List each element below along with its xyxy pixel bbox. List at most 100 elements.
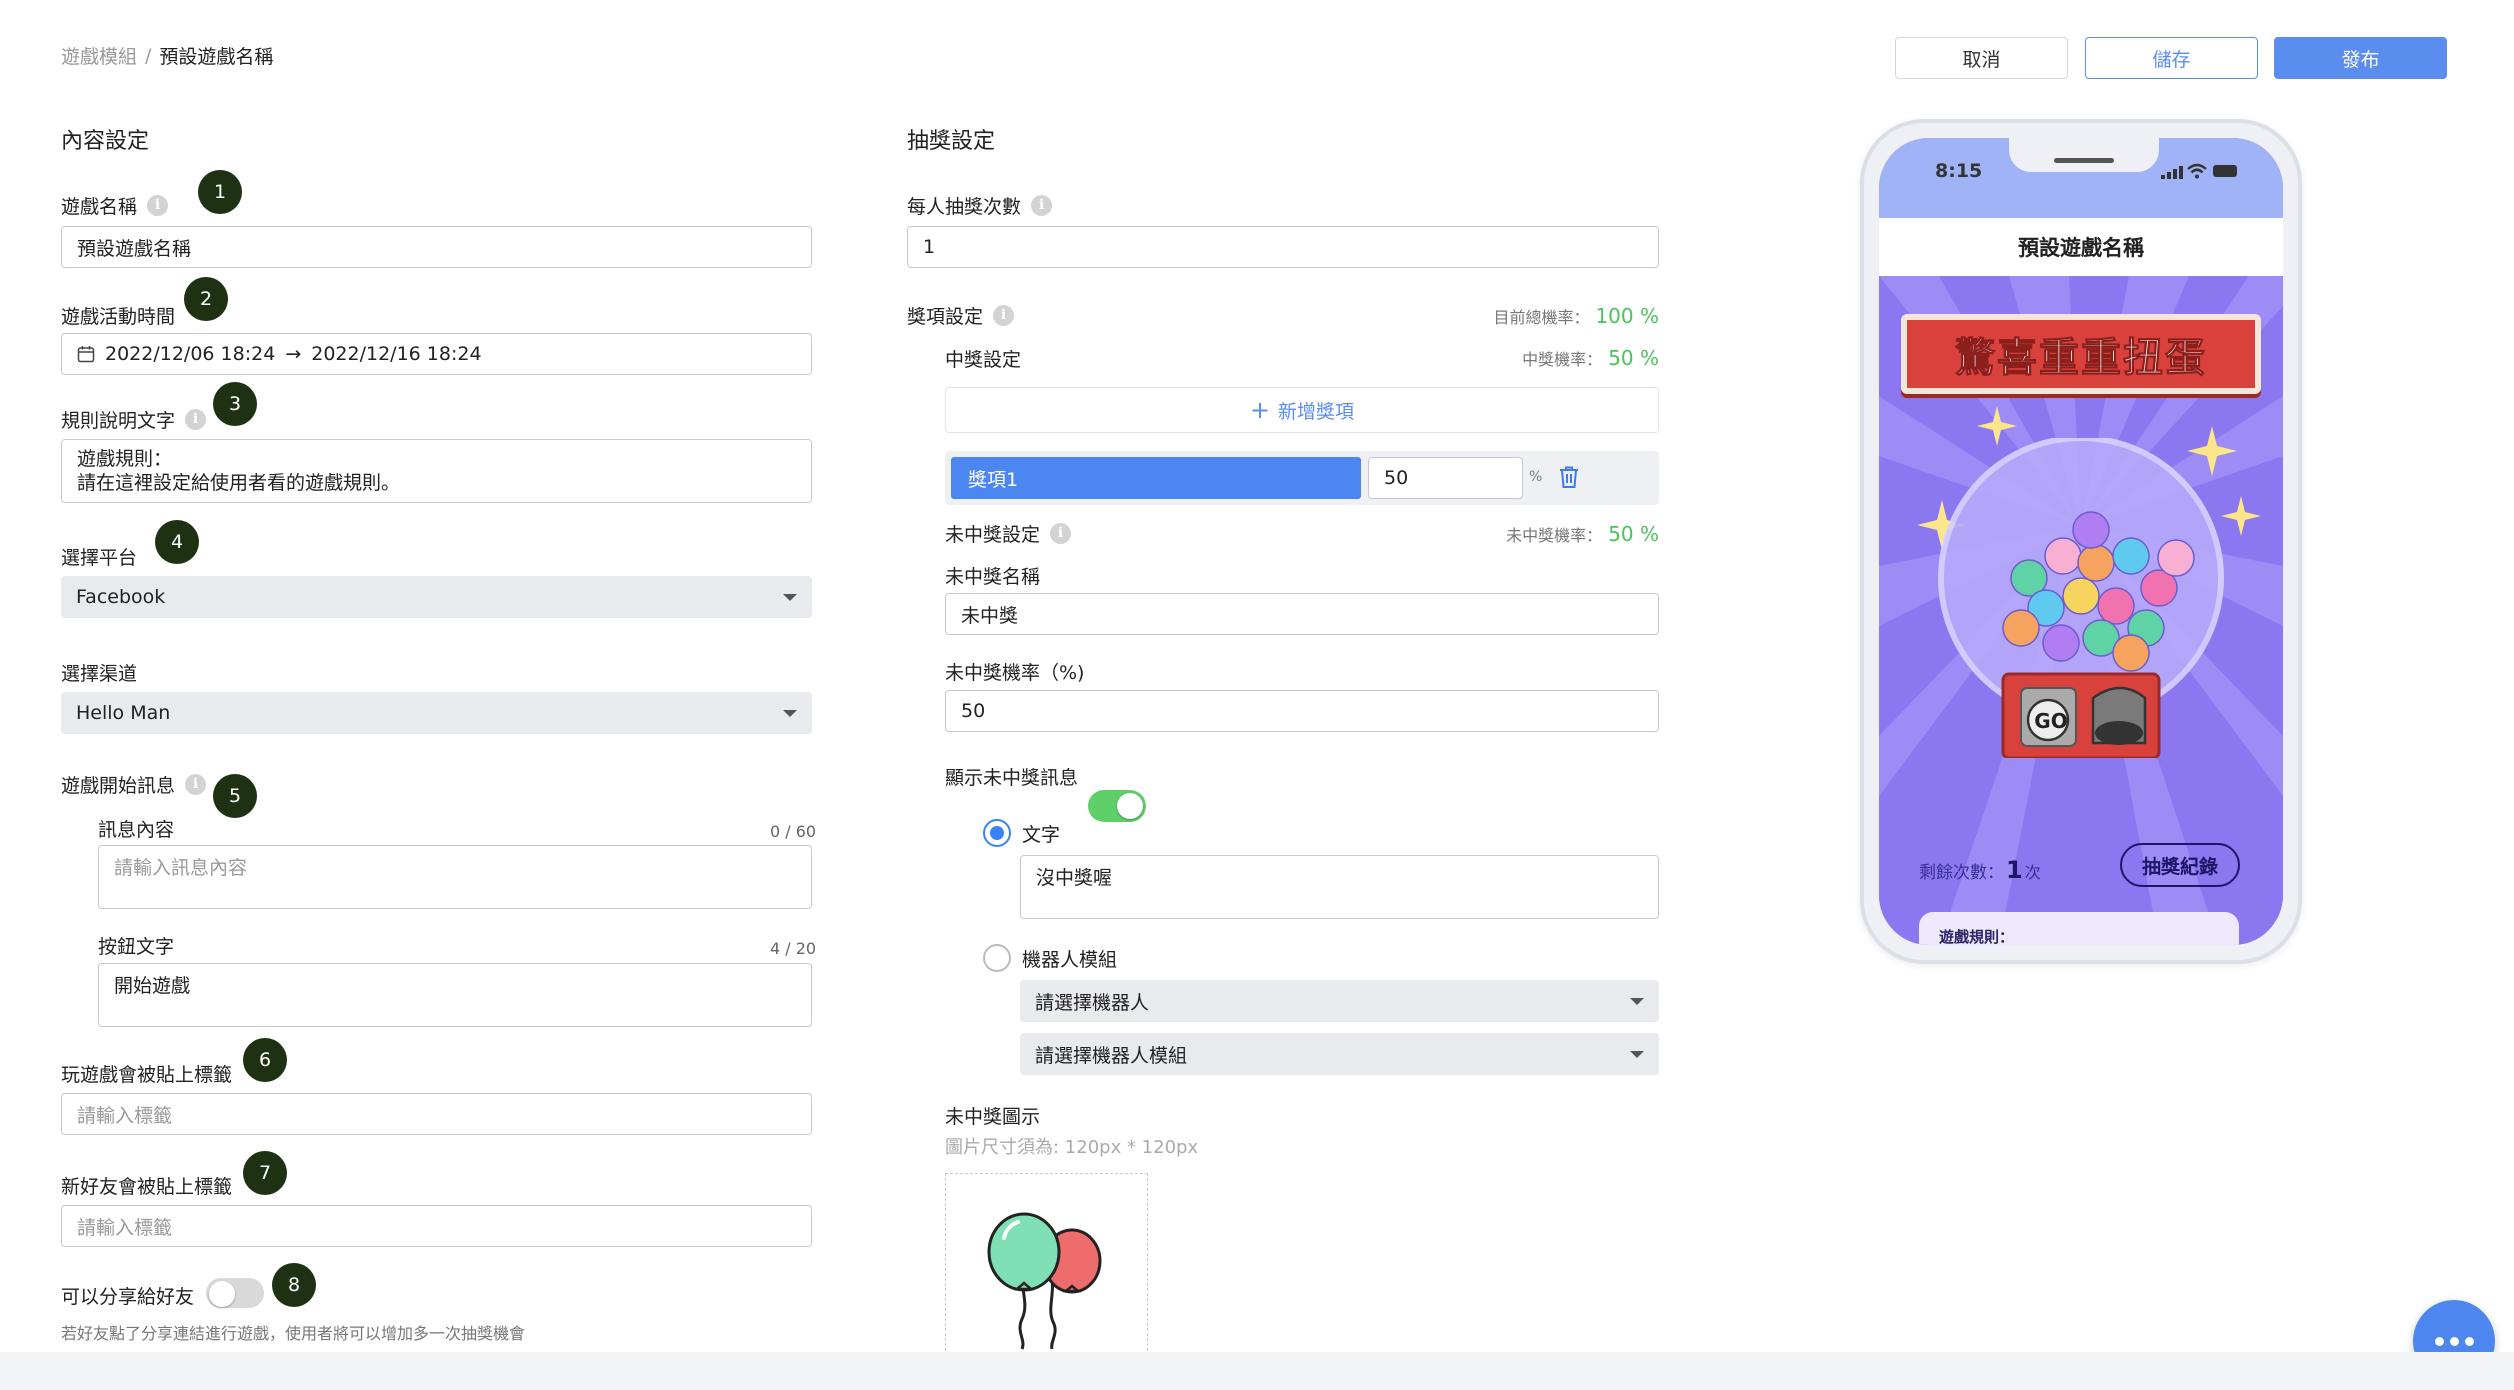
breadcrumb-separator: / bbox=[145, 44, 152, 67]
info-icon[interactable]: i bbox=[1050, 523, 1072, 544]
step-badge-2: 2 bbox=[184, 277, 228, 321]
play-tag-label: 玩遊戲會被貼上標籤 bbox=[61, 1064, 233, 1086]
message-content-counter: 0 / 60 bbox=[770, 822, 817, 841]
add-prize-label: 新增獎項 bbox=[1278, 400, 1355, 423]
history-button[interactable]: 抽獎紀錄 bbox=[2120, 843, 2240, 887]
date-range-start: 2022/12/06 18:24 bbox=[105, 343, 276, 365]
step-badge-5: 5 bbox=[213, 774, 257, 818]
page-bottom-bar bbox=[0, 1352, 2514, 1390]
content-settings-title: 內容設定 bbox=[61, 129, 150, 154]
lose-settings-label: 未中獎設定 i bbox=[945, 520, 1072, 547]
trash-icon[interactable] bbox=[1558, 465, 1580, 489]
info-icon[interactable]: i bbox=[147, 195, 169, 216]
calendar-icon bbox=[77, 346, 95, 363]
go-button[interactable]: GO bbox=[2031, 709, 2071, 733]
step-badge-6: 6 bbox=[243, 1038, 287, 1082]
share-label: 可以分享給好友 bbox=[61, 1286, 195, 1308]
step-badge-7: 7 bbox=[243, 1151, 287, 1195]
preview-rules-label: 遊戲規則： bbox=[1939, 928, 2015, 945]
info-icon[interactable]: i bbox=[185, 409, 207, 430]
text-option-radio[interactable] bbox=[983, 819, 1011, 847]
lose-text-textarea[interactable]: 沒中獎喔 bbox=[1020, 855, 1659, 919]
breadcrumb-parent-link[interactable]: 遊戲模組 bbox=[61, 42, 137, 69]
more-dots-icon bbox=[2434, 1336, 2444, 1346]
bot-select[interactable]: 請選擇機器人 bbox=[1020, 980, 1659, 1022]
publish-button[interactable]: 發布 bbox=[2274, 37, 2447, 79]
bot-module-option-radio[interactable] bbox=[983, 944, 1011, 972]
add-prize-button[interactable]: + 新增獎項 bbox=[945, 387, 1659, 433]
chevron-down-icon bbox=[783, 593, 797, 601]
remaining-number: 1 bbox=[2006, 856, 2023, 884]
activity-time-label: 遊戲活動時間 bbox=[61, 306, 176, 328]
phone-preview: 8:15 預設遊戲名稱 驚喜重重扭蛋 GO 剩餘次數： 1 次 抽獎紀錄 遊戲規… bbox=[1860, 119, 2302, 964]
win-rate-value: 50 % bbox=[1608, 346, 1659, 370]
step-badge-1: 1 bbox=[198, 170, 242, 214]
button-text-textarea[interactable]: 開始遊戲 bbox=[98, 963, 812, 1027]
step-badge-3: 3 bbox=[213, 382, 257, 426]
share-toggle[interactable] bbox=[206, 1278, 264, 1308]
platform-label: 選擇平台 bbox=[61, 547, 138, 569]
breadcrumb: 遊戲模組 / 預設遊戲名稱 bbox=[61, 42, 273, 69]
platform-select[interactable]: Facebook bbox=[61, 576, 812, 618]
lose-name-label: 未中獎名稱 bbox=[945, 566, 1041, 588]
toggle-knob bbox=[209, 1281, 235, 1307]
message-content-label: 訊息內容 bbox=[98, 819, 175, 841]
signal-icon bbox=[2161, 166, 2183, 179]
channel-select[interactable]: Hello Man bbox=[61, 692, 812, 734]
message-content-textarea[interactable]: 請輸入訊息內容 bbox=[98, 845, 812, 909]
game-name-input[interactable]: 預設遊戲名稱 bbox=[61, 226, 812, 268]
phone-notch bbox=[2009, 138, 2159, 172]
lose-rate-input-label: 未中獎機率（%) bbox=[945, 662, 1085, 684]
friend-tag-input[interactable]: 請輸入標籤 bbox=[61, 1205, 812, 1247]
battery-icon bbox=[2213, 165, 2237, 177]
total-rate-label: 目前總機率： bbox=[1493, 308, 1590, 327]
lottery-settings-title: 抽獎設定 bbox=[907, 129, 996, 154]
chevron-down-icon bbox=[783, 709, 797, 717]
status-time: 8:15 bbox=[1935, 160, 1983, 182]
prize-name-input[interactable]: 獎項1 bbox=[951, 457, 1361, 499]
platform-select-value: Facebook bbox=[76, 586, 166, 608]
total-rate-value: 100 % bbox=[1595, 304, 1659, 328]
preview-banner-text: 驚喜重重扭蛋 bbox=[1955, 335, 2207, 382]
rules-textarea[interactable]: 遊戲規則： 請在這裡設定給使用者看的遊戲規則。 bbox=[61, 439, 812, 503]
draws-per-person-input[interactable]: 1 bbox=[907, 226, 1659, 268]
info-icon[interactable]: i bbox=[1031, 195, 1053, 216]
lose-rate-input[interactable]: 50 bbox=[945, 690, 1659, 732]
lose-settings-label-text: 未中獎設定 bbox=[945, 524, 1041, 546]
preview-game-title: 預設遊戲名稱 bbox=[2018, 236, 2144, 260]
rules-label-text: 規則說明文字 bbox=[61, 410, 176, 432]
text-option-label: 文字 bbox=[1022, 824, 1061, 846]
win-rate: 中獎機率： 50 % bbox=[1522, 346, 1659, 370]
bot-module-select[interactable]: 請選擇機器人模組 bbox=[1020, 1033, 1659, 1075]
date-range-picker[interactable]: 2022/12/06 18:24 → 2022/12/16 18:24 bbox=[61, 333, 812, 375]
toggle-knob bbox=[1117, 793, 1143, 819]
button-text-counter: 4 / 20 bbox=[770, 939, 817, 958]
date-range-arrow: → bbox=[285, 343, 302, 365]
win-rate-label: 中獎機率： bbox=[1522, 350, 1603, 369]
bot-module-select-placeholder: 請選擇機器人模組 bbox=[1035, 1044, 1188, 1067]
play-tag-input[interactable]: 請輸入標籤 bbox=[61, 1093, 812, 1135]
bot-select-placeholder: 請選擇機器人 bbox=[1035, 991, 1150, 1014]
channel-label: 選擇渠道 bbox=[61, 663, 138, 685]
remaining-count: 剩餘次數： 1 次 bbox=[1919, 856, 2041, 884]
draws-per-person-label-text: 每人抽獎次數 bbox=[907, 196, 1022, 218]
friend-tag-label: 新好友會被貼上標籤 bbox=[61, 1176, 233, 1198]
cancel-button[interactable]: 取消 bbox=[1895, 37, 2068, 79]
show-lose-message-toggle[interactable] bbox=[1088, 790, 1146, 822]
show-lose-message-label: 顯示未中獎訊息 bbox=[945, 767, 1079, 789]
lose-icon-label: 未中獎圖示 bbox=[945, 1106, 1041, 1128]
prize-percent-input[interactable]: 50 bbox=[1368, 457, 1523, 499]
info-icon[interactable]: i bbox=[993, 305, 1015, 326]
chevron-down-icon bbox=[1630, 1050, 1644, 1058]
lose-name-input[interactable]: 未中獎 bbox=[945, 593, 1659, 635]
lose-rate-label: 未中獎機率： bbox=[1506, 526, 1603, 545]
balloon-icon bbox=[987, 1212, 1102, 1350]
save-button[interactable]: 儲存 bbox=[2085, 37, 2258, 79]
phone-screen: 8:15 預設遊戲名稱 驚喜重重扭蛋 GO 剩餘次數： 1 次 抽獎紀錄 遊戲規… bbox=[1879, 138, 2283, 945]
breadcrumb-current: 預設遊戲名稱 bbox=[159, 46, 274, 68]
lose-icon-hint: 圖片尺寸須為: 120px * 120px bbox=[945, 1137, 1199, 1158]
chevron-down-icon bbox=[1630, 997, 1644, 1005]
lose-icon-upload[interactable] bbox=[945, 1173, 1148, 1351]
prize-row: 獎項1 50 % bbox=[945, 451, 1659, 505]
info-icon[interactable]: i bbox=[185, 774, 207, 795]
